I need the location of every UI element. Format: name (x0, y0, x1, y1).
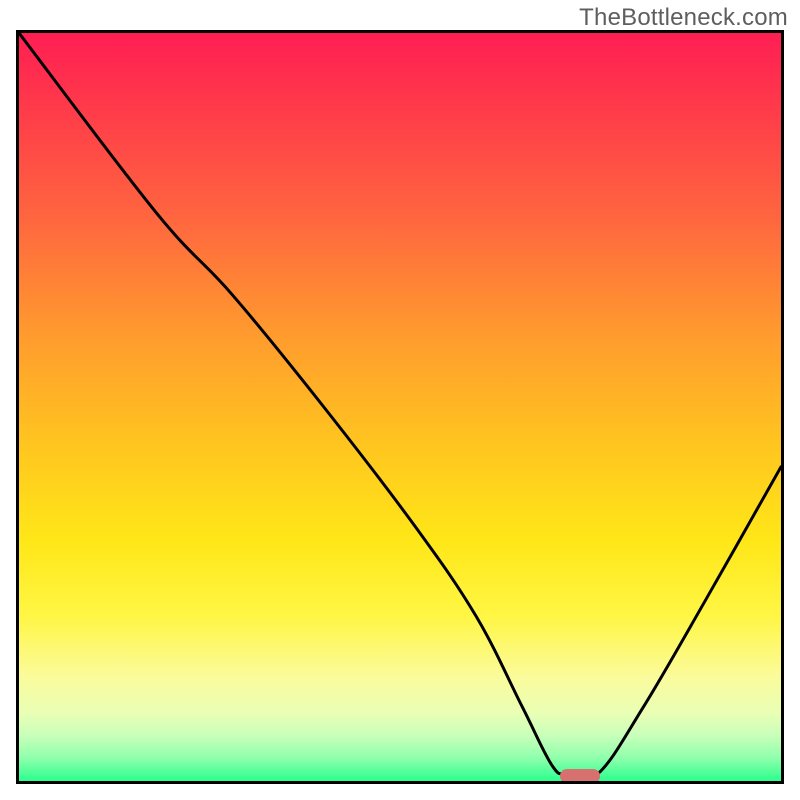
gradient-background (19, 33, 781, 781)
optimum-marker (560, 769, 600, 783)
plot-area (16, 30, 784, 784)
watermark-text: TheBottleneck.com (579, 4, 788, 32)
chart-container: TheBottleneck.com (0, 0, 800, 800)
